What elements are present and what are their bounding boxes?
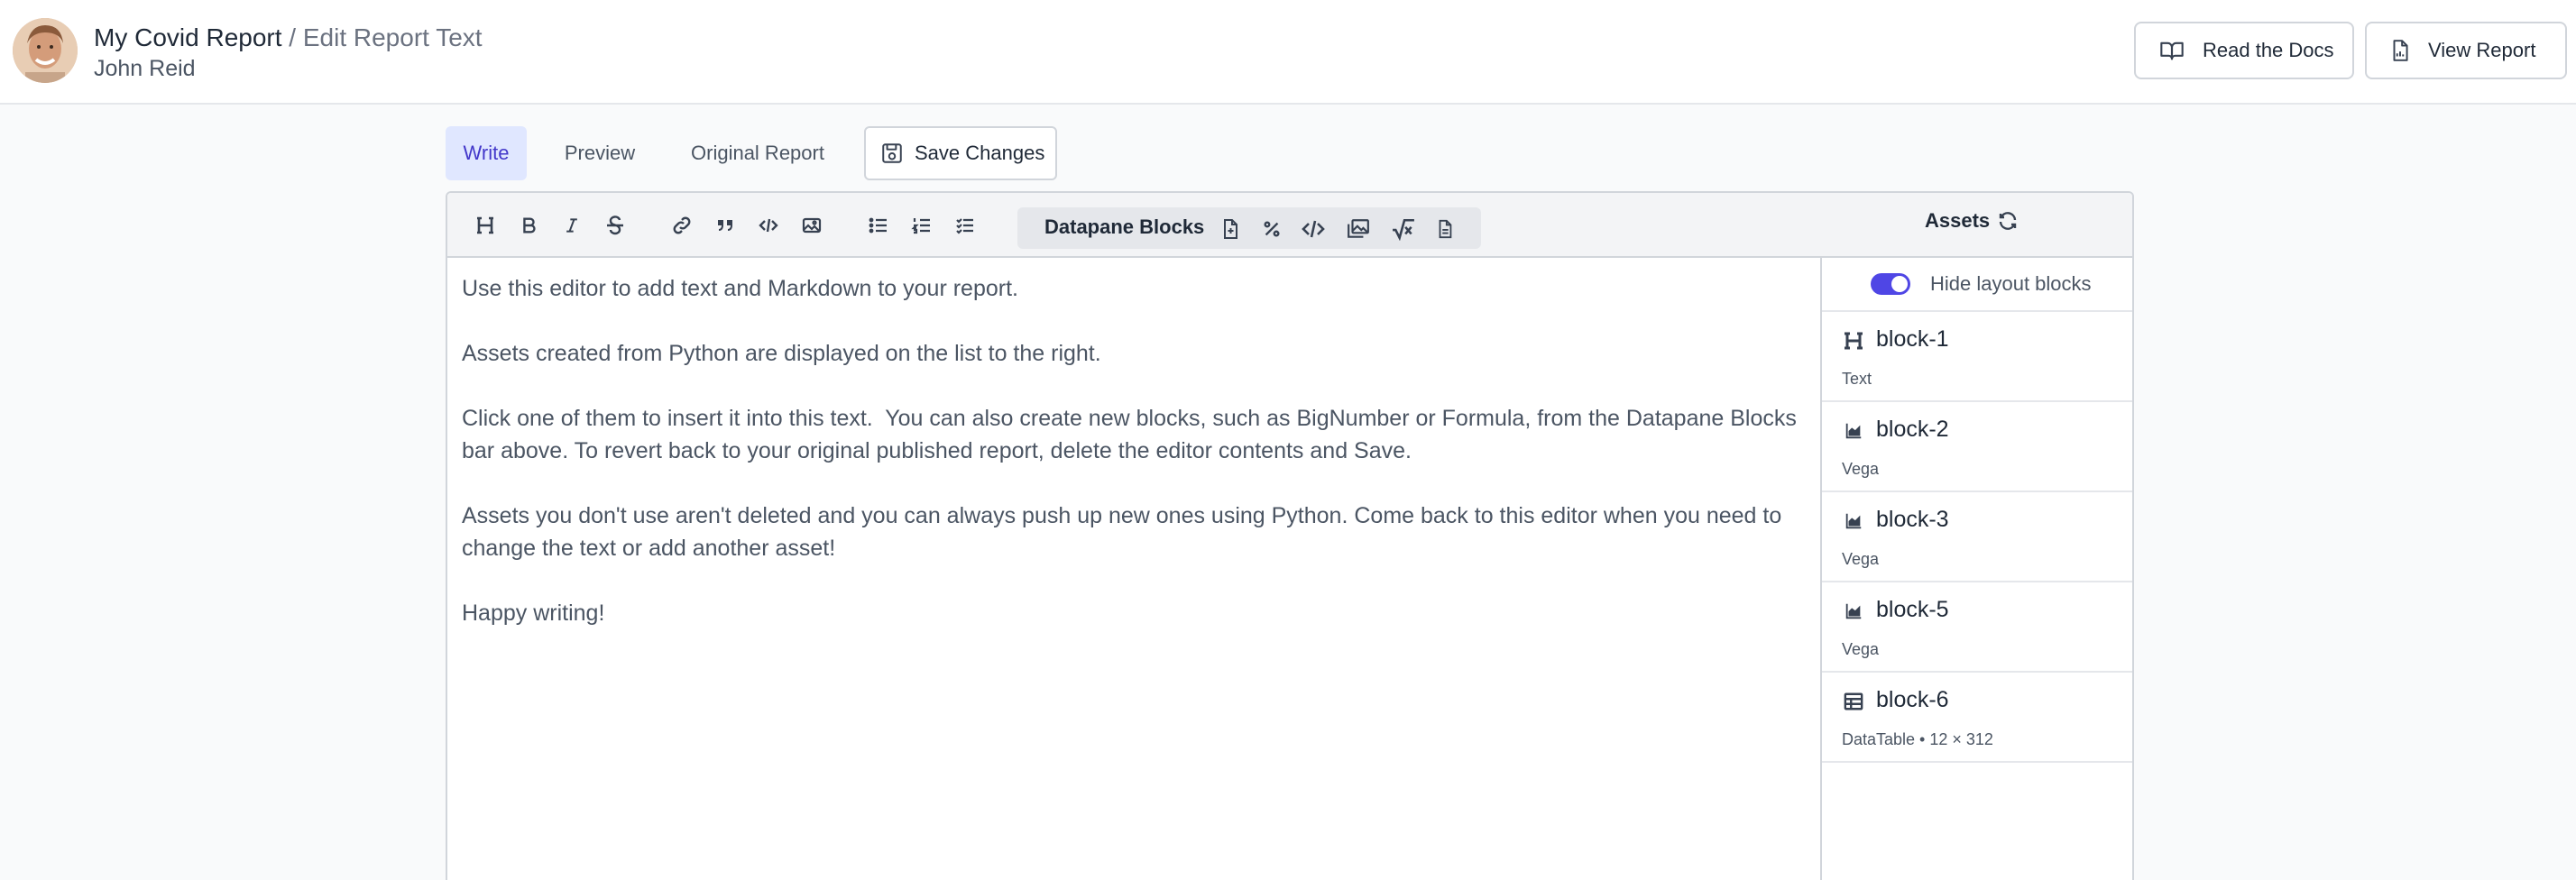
view-report-label: View Report: [2428, 39, 2536, 61]
save-changes-button[interactable]: Save Changes: [864, 126, 1057, 180]
asset-type: Vega: [1842, 550, 1880, 568]
tab-original-report[interactable]: Original Report: [675, 126, 841, 180]
asset-item-block-6[interactable]: block-6 DataTable • 12 × 312: [1822, 673, 2132, 763]
asset-name: block-6: [1876, 687, 1949, 712]
hide-layout-blocks-row: Hide layout blocks: [1822, 258, 2132, 312]
datapane-blocks-bar: Datapane Blocks: [1017, 207, 1481, 249]
editor-paragraph: Click one of them to insert it into this…: [462, 406, 1803, 463]
embed-code-icon[interactable]: [1299, 215, 1328, 243]
link-icon[interactable]: [667, 211, 696, 240]
bold-icon[interactable]: [514, 211, 543, 240]
asset-item-block-2[interactable]: block-2 Vega: [1822, 402, 2132, 492]
formula-icon[interactable]: [1389, 215, 1418, 243]
bullet-list-icon[interactable]: [864, 211, 893, 240]
asset-name: block-2: [1876, 417, 1949, 442]
italic-icon[interactable]: [557, 211, 586, 240]
numbered-list-icon[interactable]: [907, 211, 936, 240]
page-title: My Covid Report / Edit Report Text: [94, 22, 483, 54]
hide-layout-blocks-label: Hide layout blocks: [1930, 272, 2092, 295]
heading-icon: [1842, 328, 1865, 353]
document-icon[interactable]: [1431, 215, 1459, 243]
save-icon: [882, 143, 902, 163]
asset-name: block-1: [1876, 326, 1949, 352]
avatar: [13, 18, 78, 83]
file-plus-icon[interactable]: [1216, 215, 1245, 243]
datapane-blocks-label: Datapane Blocks: [1044, 215, 1205, 238]
strikethrough-icon[interactable]: [601, 211, 630, 240]
table-icon: [1842, 689, 1865, 714]
asset-type: Text: [1842, 370, 1872, 388]
book-open-icon: [2160, 41, 2184, 60]
asset-item-block-1[interactable]: block-1 Text: [1822, 312, 2132, 402]
tab-write[interactable]: Write: [446, 126, 527, 180]
asset-item-block-3[interactable]: block-3 Vega: [1822, 492, 2132, 582]
report-file-icon: [2393, 40, 2408, 61]
editor-toolbar: Datapane Blocks Assets: [447, 193, 2132, 258]
image-icon[interactable]: [797, 211, 826, 240]
assets-header: Assets: [1925, 209, 2019, 233]
editor-paragraph: Happy writing!: [462, 600, 605, 626]
breadcrumb-separator: /: [281, 23, 303, 51]
media-icon[interactable]: [1344, 215, 1373, 243]
heading-icon[interactable]: [471, 211, 500, 240]
read-docs-button[interactable]: Read the Docs: [2134, 22, 2354, 79]
asset-item-block-5[interactable]: block-5 Vega: [1822, 582, 2132, 673]
save-changes-label: Save Changes: [915, 142, 1045, 164]
asset-type: Vega: [1842, 640, 1880, 658]
editor-text-area[interactable]: Use this editor to add text and Markdown…: [447, 258, 1820, 880]
editor-paragraph: Assets you don't use aren't deleted and …: [462, 503, 1782, 561]
asset-name: block-3: [1876, 507, 1949, 532]
assets-panel: Hide layout blocks block-1 Text block-2 …: [1820, 258, 2132, 880]
quote-icon[interactable]: [711, 211, 740, 240]
page-subtitle: Edit Report Text: [302, 23, 483, 51]
editor-paragraph: Assets created from Python are displayed…: [462, 341, 1101, 366]
code-icon[interactable]: [754, 211, 783, 240]
report-name[interactable]: My Covid Report: [94, 23, 282, 51]
percent-icon[interactable]: [1257, 215, 1286, 243]
chart-icon: [1842, 509, 1865, 534]
view-report-button[interactable]: View Report: [2365, 22, 2567, 79]
assets-label: Assets: [1925, 209, 1991, 232]
asset-name: block-5: [1876, 597, 1949, 622]
checklist-icon[interactable]: [951, 211, 980, 240]
user-name: John Reid: [94, 56, 196, 81]
refresh-icon[interactable]: [1997, 210, 2019, 232]
hide-layout-blocks-toggle[interactable]: [1871, 273, 1910, 295]
read-docs-label: Read the Docs: [2203, 39, 2334, 61]
markdown-editor: Datapane Blocks Assets Use this editor t…: [446, 191, 2134, 880]
tab-preview[interactable]: Preview: [547, 126, 653, 180]
chart-icon: [1842, 599, 1865, 624]
chart-icon: [1842, 418, 1865, 444]
asset-type: DataTable • 12 × 312: [1842, 730, 1993, 748]
asset-type: Vega: [1842, 460, 1880, 478]
app-header: My Covid Report / Edit Report Text John …: [0, 0, 2576, 105]
editor-paragraph: Use this editor to add text and Markdown…: [462, 276, 1018, 301]
